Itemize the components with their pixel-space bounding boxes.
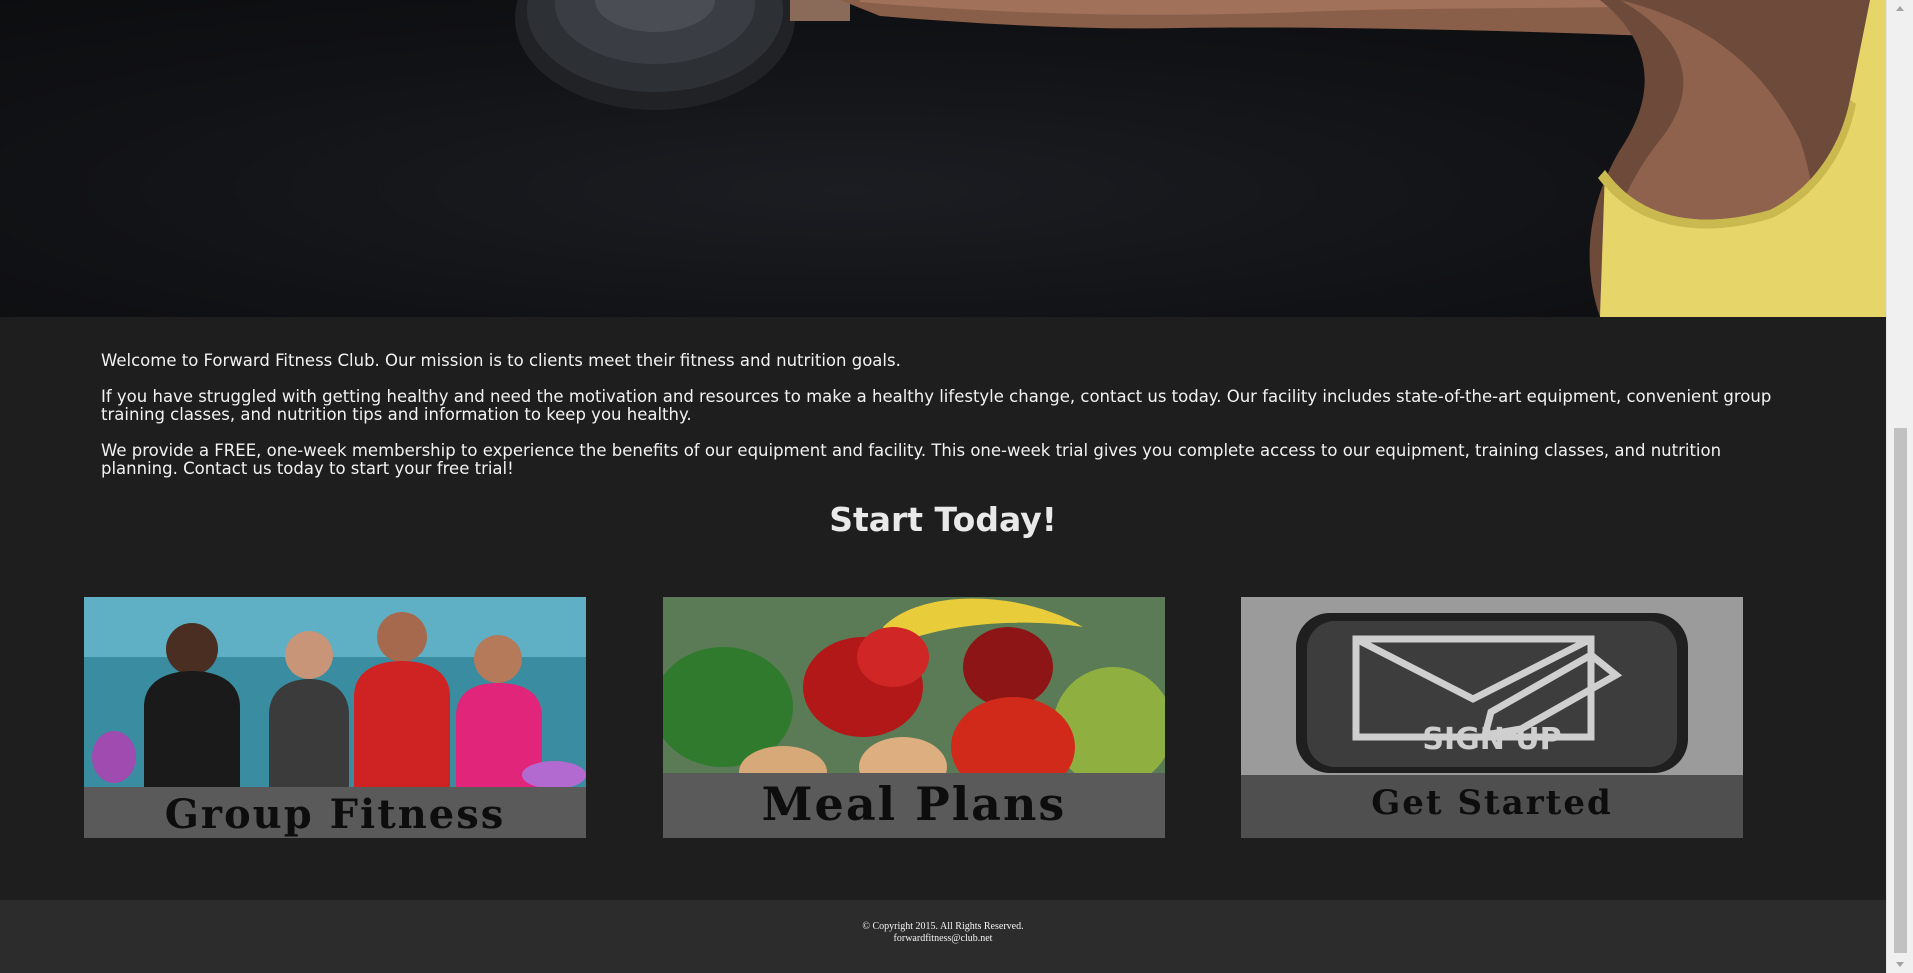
intro-text: Welcome to Forward Fitness Club. Our mis… — [101, 351, 1791, 496]
sign-up-text: SIGN UP — [1422, 722, 1561, 757]
footer-email: forwardfitness@club.net — [893, 933, 993, 944]
scrollbar-thumb[interactable] — [1894, 428, 1907, 953]
group-fitness-card[interactable]: Group Fitness — [84, 597, 586, 838]
meal-plans-card[interactable]: Meal Plans — [663, 597, 1165, 838]
scroll-down-icon[interactable] — [1896, 962, 1904, 967]
group-fitness-label: Group Fitness — [164, 791, 506, 838]
dumbbell-graphic — [515, 0, 850, 110]
vertical-scrollbar[interactable] — [1886, 0, 1913, 973]
get-started-label: Get Started — [1371, 783, 1613, 823]
copyright-text: © Copyright 2015. All Rights Reserved. — [862, 921, 1024, 932]
meal-plans-label: Meal Plans — [761, 777, 1067, 831]
arm-graphic — [840, 0, 1886, 317]
footer: © Copyright 2015. All Rights Reserved. f… — [0, 900, 1886, 973]
intro-paragraph-2: If you have struggled with getting healt… — [101, 386, 1772, 424]
intro-paragraph-1: Welcome to Forward Fitness Club. Our mis… — [101, 351, 901, 370]
scroll-up-icon[interactable] — [1896, 6, 1904, 11]
start-today-heading: Start Today! — [829, 500, 1057, 539]
hero-image — [0, 0, 1886, 317]
intro-paragraph-3: We provide a FREE, one-week membership t… — [101, 440, 1722, 478]
get-started-card[interactable]: SIGN UP Get Started — [1241, 597, 1743, 838]
